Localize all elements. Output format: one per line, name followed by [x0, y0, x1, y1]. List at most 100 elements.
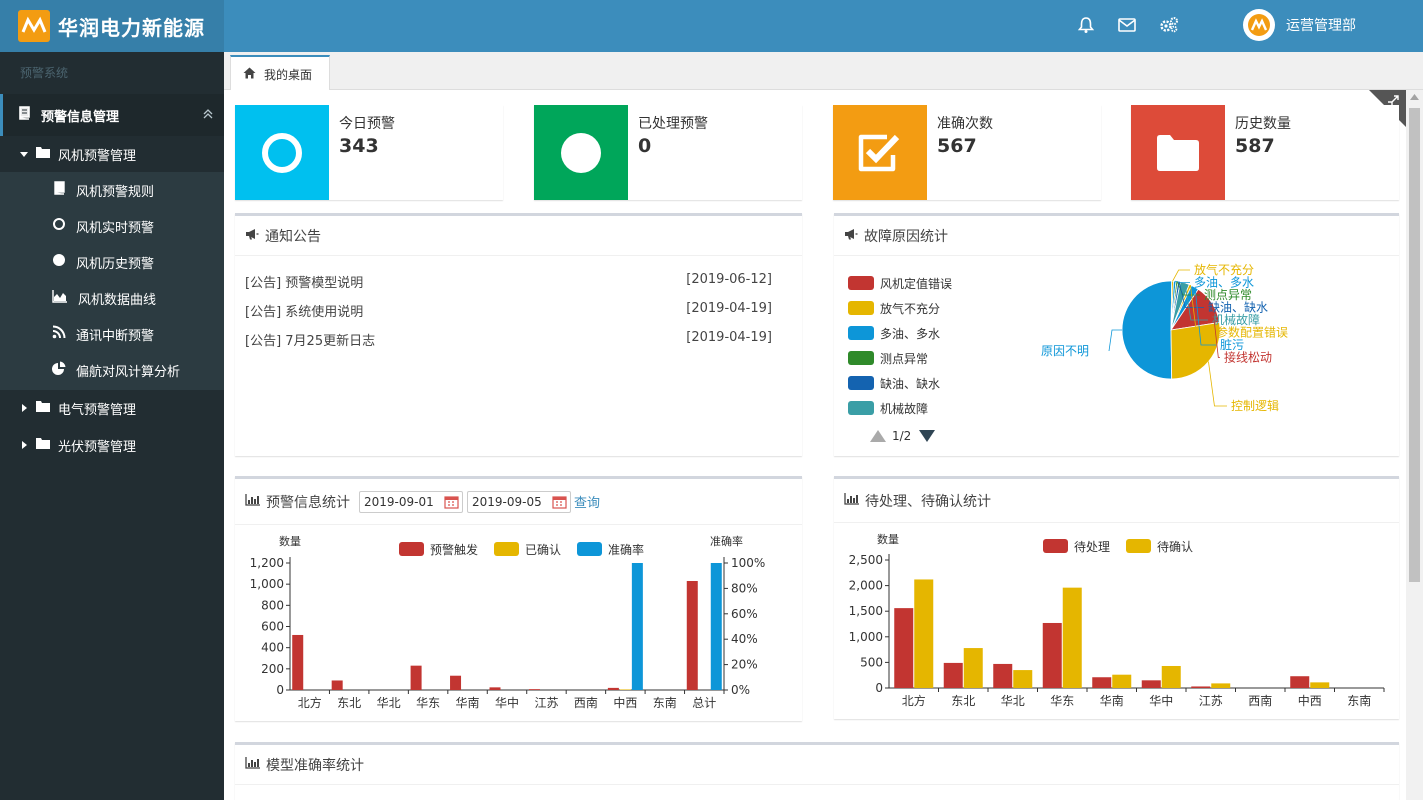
- bar[interactable]: [631, 563, 643, 690]
- bar[interactable]: [914, 579, 934, 688]
- bar[interactable]: [1092, 677, 1112, 688]
- bar[interactable]: [993, 663, 1013, 688]
- tab-my-desktop[interactable]: 我的桌面: [230, 55, 330, 91]
- bar[interactable]: [607, 687, 619, 690]
- bar[interactable]: [331, 680, 343, 690]
- legend-label[interactable]: 待确认: [1157, 540, 1193, 554]
- bar[interactable]: [1191, 686, 1211, 688]
- legend-swatch[interactable]: [494, 542, 519, 556]
- pager-next-icon[interactable]: [919, 430, 935, 442]
- legend-item[interactable]: 风机定值错误: [848, 275, 952, 291]
- bar[interactable]: [450, 675, 462, 690]
- sidebar-group-electric[interactable]: 电气预警管理: [0, 390, 224, 426]
- bar[interactable]: [619, 689, 631, 690]
- bar[interactable]: [1211, 683, 1231, 688]
- bar[interactable]: [1062, 587, 1082, 688]
- bar[interactable]: [528, 689, 540, 690]
- panel-title: 待处理、待确认统计: [865, 493, 991, 510]
- y-tick-label: 2,000: [849, 579, 883, 593]
- legend-label[interactable]: 准确率: [608, 542, 644, 557]
- avatar[interactable]: [1243, 9, 1275, 41]
- legend-item[interactable]: 放气不充分: [848, 300, 940, 316]
- bar[interactable]: [894, 608, 914, 688]
- y-tick-label: 800: [261, 598, 284, 612]
- fault-pie-chart: 原因不明放气不充分多油、多水测点异常缺油、缺水机械故障参数配置错误脏污接线松动控…: [1041, 262, 1288, 413]
- area-chart-icon: [52, 289, 68, 307]
- y-tick-right-label: 0%: [731, 683, 750, 697]
- legend-swatch[interactable]: [399, 542, 424, 556]
- notice-item[interactable]: [公告] 7月25更新日志: [245, 330, 375, 349]
- sidebar-item-label: 风机预警规则: [76, 184, 155, 200]
- circle-outline-icon: [52, 217, 66, 235]
- sidebar-item-warning-info[interactable]: 预警信息管理: [0, 94, 224, 136]
- legend-label[interactable]: 预警触发: [430, 542, 478, 557]
- scroll-up-icon[interactable]: [1410, 94, 1419, 100]
- sidebar-item-fan-curve[interactable]: 风机数据曲线: [0, 280, 224, 316]
- calendar-icon[interactable]: [444, 495, 459, 509]
- sidebar-item-yaw-analysis[interactable]: 偏航对风计算分析: [0, 352, 224, 388]
- sidebar-group-fan[interactable]: 风机预警管理: [0, 136, 224, 172]
- notice-item[interactable]: [公告] 预警模型说明: [245, 272, 363, 291]
- scrollbar-thumb[interactable]: [1409, 108, 1420, 582]
- legend-label: 测点异常: [880, 351, 929, 366]
- bar[interactable]: [710, 563, 722, 690]
- sidebar-group-pv[interactable]: 光伏预警管理: [0, 427, 224, 463]
- bar[interactable]: [686, 580, 698, 690]
- y-tick-right-label: 100%: [731, 556, 765, 570]
- sidebar-item-fan-history[interactable]: 风机历史预警: [0, 244, 224, 280]
- bar[interactable]: [1013, 670, 1033, 688]
- pie-slice[interactable]: [1170, 321, 1221, 380]
- bar[interactable]: [963, 648, 983, 688]
- x-tick-label: 江苏: [534, 696, 558, 710]
- pie-chart-icon: [52, 361, 66, 379]
- sidebar-item-fan-realtime[interactable]: 风机实时预警: [0, 208, 224, 244]
- stat-value: 587: [1235, 135, 1275, 157]
- notice-item[interactable]: [公告] 系统使用说明: [245, 301, 363, 320]
- legend-swatch[interactable]: [1043, 539, 1068, 553]
- rss-icon: [52, 325, 66, 343]
- legend-label: 风机定值错误: [880, 276, 953, 291]
- calendar-icon[interactable]: [552, 495, 567, 509]
- circle-icon: [534, 105, 628, 200]
- x-tick-label: 华北: [377, 696, 401, 710]
- bar[interactable]: [1042, 622, 1062, 688]
- sidebar-item-fan-rules[interactable]: 风机预警规则: [0, 172, 224, 208]
- gears-icon[interactable]: [1157, 13, 1181, 37]
- legend-item[interactable]: 多油、多水: [848, 325, 940, 341]
- date-to-input[interactable]: 2019-09-05: [467, 491, 571, 513]
- bar[interactable]: [943, 662, 963, 688]
- logo-area[interactable]: 华润电力新能源: [0, 0, 224, 52]
- legend-label[interactable]: 待处理: [1074, 540, 1110, 554]
- sidebar-item-label: 通讯中断预警: [76, 328, 155, 344]
- chevron-up-icon[interactable]: [202, 108, 214, 124]
- bell-icon[interactable]: [1074, 13, 1098, 37]
- pie-slice[interactable]: [1121, 280, 1173, 380]
- sidebar-item-comm-interrupt[interactable]: 通讯中断预警: [0, 316, 224, 352]
- pager-prev-icon[interactable]: [870, 430, 886, 442]
- query-link[interactable]: 查询: [574, 492, 600, 511]
- bar[interactable]: [489, 687, 501, 690]
- date-from-input[interactable]: 2019-09-01: [359, 491, 463, 513]
- legend-swatch[interactable]: [1126, 539, 1151, 553]
- x-tick-label: 华中: [1149, 693, 1173, 708]
- sidebar-item-label: 偏航对风计算分析: [76, 364, 181, 380]
- envelope-icon[interactable]: [1115, 13, 1139, 37]
- pie-label-line: [1108, 329, 1122, 352]
- legend-item[interactable]: 缺油、缺水: [848, 375, 940, 391]
- pending-stat-panel: 待处理、待确认统计 数量 0 500 1,000 1,500 2,000 2,500 北方 东北…: [834, 476, 1399, 719]
- scrollbar[interactable]: [1406, 90, 1423, 800]
- user-name[interactable]: 运营管理部: [1286, 15, 1356, 35]
- bar[interactable]: [1112, 674, 1132, 688]
- legend-item[interactable]: 机械故障: [848, 400, 928, 416]
- legend-item[interactable]: 测点异常: [848, 350, 928, 366]
- bar[interactable]: [410, 665, 422, 690]
- legend-swatch[interactable]: [577, 542, 602, 556]
- caret-down-icon: [20, 147, 28, 162]
- bar[interactable]: [1161, 665, 1181, 688]
- bar[interactable]: [292, 634, 304, 690]
- bar[interactable]: [1141, 680, 1161, 688]
- bar[interactable]: [1290, 676, 1310, 688]
- y-axis-title: 数量: [279, 535, 301, 548]
- bar[interactable]: [1310, 682, 1330, 688]
- legend-label[interactable]: 已确认: [525, 543, 561, 557]
